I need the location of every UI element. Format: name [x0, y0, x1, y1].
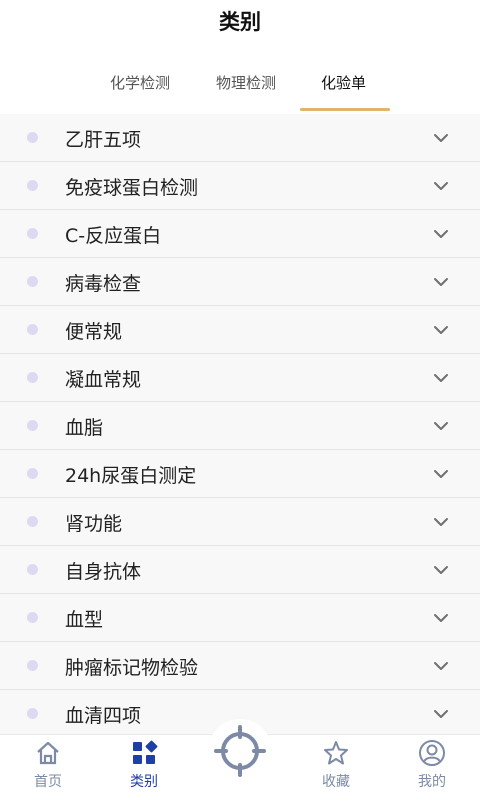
tabbar-category[interactable]: 类别 — [108, 739, 180, 791]
home-icon — [37, 741, 59, 765]
tabbar-category-label: 类别 — [130, 774, 158, 790]
bullet-dot — [27, 180, 38, 191]
list-item-label: 24h尿蛋白测定 — [65, 465, 197, 487]
crosshair-icon — [214, 725, 266, 777]
page-title: 类别 — [219, 10, 261, 34]
chevron-down-icon[interactable] — [432, 225, 450, 243]
chevron-down-icon[interactable] — [432, 369, 450, 387]
list-item-label: 免疫球蛋白检测 — [65, 177, 199, 199]
header: 类别 — [0, 0, 480, 56]
bullet-dot — [27, 228, 38, 239]
list-item-label: 凝血常规 — [65, 369, 142, 391]
bullet-dot — [27, 564, 38, 575]
bullet-dot — [27, 420, 38, 431]
bullet-dot — [27, 468, 38, 479]
list-item-label: 乙肝五项 — [65, 129, 142, 151]
list-item-label: 肿瘤标记物检验 — [65, 657, 199, 679]
bullet-dot — [27, 612, 38, 623]
tabbar-mine-label: 我的 — [418, 774, 446, 790]
bullet-dot — [27, 132, 38, 143]
list-item[interactable]: 血脂 — [0, 402, 480, 450]
center-locate-button[interactable] — [208, 719, 272, 783]
bottom-tab-bar: 首页 类别 收藏 我的 — [0, 719, 480, 801]
list-item[interactable]: C-反应蛋白 — [0, 210, 480, 258]
active-tab-indicator — [300, 108, 390, 111]
segment-tabs: 化学检测 物理检测 化验单 — [0, 56, 480, 114]
tab-lab-report[interactable]: 化验单 — [321, 72, 366, 93]
list-item-label: 便常规 — [65, 321, 123, 343]
user-icon — [419, 740, 445, 766]
tab-chemistry[interactable]: 化学检测 — [110, 72, 170, 93]
bullet-dot — [27, 660, 38, 671]
chevron-down-icon[interactable] — [432, 705, 450, 723]
chevron-down-icon[interactable] — [432, 321, 450, 339]
list-item-label: 血脂 — [65, 417, 104, 439]
list-item[interactable]: 自身抗体 — [0, 546, 480, 594]
chevron-down-icon[interactable] — [432, 129, 450, 147]
list-item[interactable]: 乙肝五项 — [0, 114, 480, 162]
star-icon — [324, 741, 348, 765]
tabbar-home-label: 首页 — [34, 774, 62, 790]
chevron-down-icon[interactable] — [432, 177, 450, 195]
bullet-dot — [27, 324, 38, 335]
chevron-down-icon[interactable] — [432, 417, 450, 435]
list-item-label: 血清四项 — [65, 705, 142, 727]
list-item-label: 血型 — [65, 609, 104, 631]
bullet-dot — [27, 708, 38, 719]
list-item[interactable]: 便常规 — [0, 306, 480, 354]
bullet-dot — [27, 372, 38, 383]
bullet-dot — [27, 276, 38, 287]
category-list[interactable]: 乙肝五项免疫球蛋白检测 C-反应蛋白 病毒检查便常规凝血常规血脂 24h尿蛋白测定 肾功… — [0, 114, 480, 734]
tabbar-favorites-label: 收藏 — [322, 774, 350, 790]
category-grid-icon — [133, 740, 158, 764]
bullet-dot — [27, 516, 38, 527]
tabbar-favorites[interactable]: 收藏 — [300, 739, 372, 791]
list-item[interactable]: 免疫球蛋白检测 — [0, 162, 480, 210]
tab-physics[interactable]: 物理检测 — [216, 72, 276, 93]
list-item[interactable]: 24h尿蛋白测定 — [0, 450, 480, 498]
list-item[interactable]: 肾功能 — [0, 498, 480, 546]
chevron-down-icon[interactable] — [432, 513, 450, 531]
chevron-down-icon[interactable] — [432, 273, 450, 291]
list-item[interactable]: 血型 — [0, 594, 480, 642]
list-item-label: 肾功能 — [65, 513, 123, 535]
list-item-label: C-反应蛋白 — [65, 225, 162, 247]
list-item[interactable]: 病毒检查 — [0, 258, 480, 306]
tabbar-mine[interactable]: 我的 — [396, 739, 468, 791]
chevron-down-icon[interactable] — [432, 609, 450, 627]
chevron-down-icon[interactable] — [432, 465, 450, 483]
tabbar-home[interactable]: 首页 — [12, 739, 84, 791]
list-item[interactable]: 肿瘤标记物检验 — [0, 642, 480, 690]
chevron-down-icon[interactable] — [432, 561, 450, 579]
chevron-down-icon[interactable] — [432, 657, 450, 675]
list-item-label: 自身抗体 — [65, 561, 142, 583]
list-item-label: 病毒检查 — [65, 273, 142, 295]
list-item[interactable]: 凝血常规 — [0, 354, 480, 402]
